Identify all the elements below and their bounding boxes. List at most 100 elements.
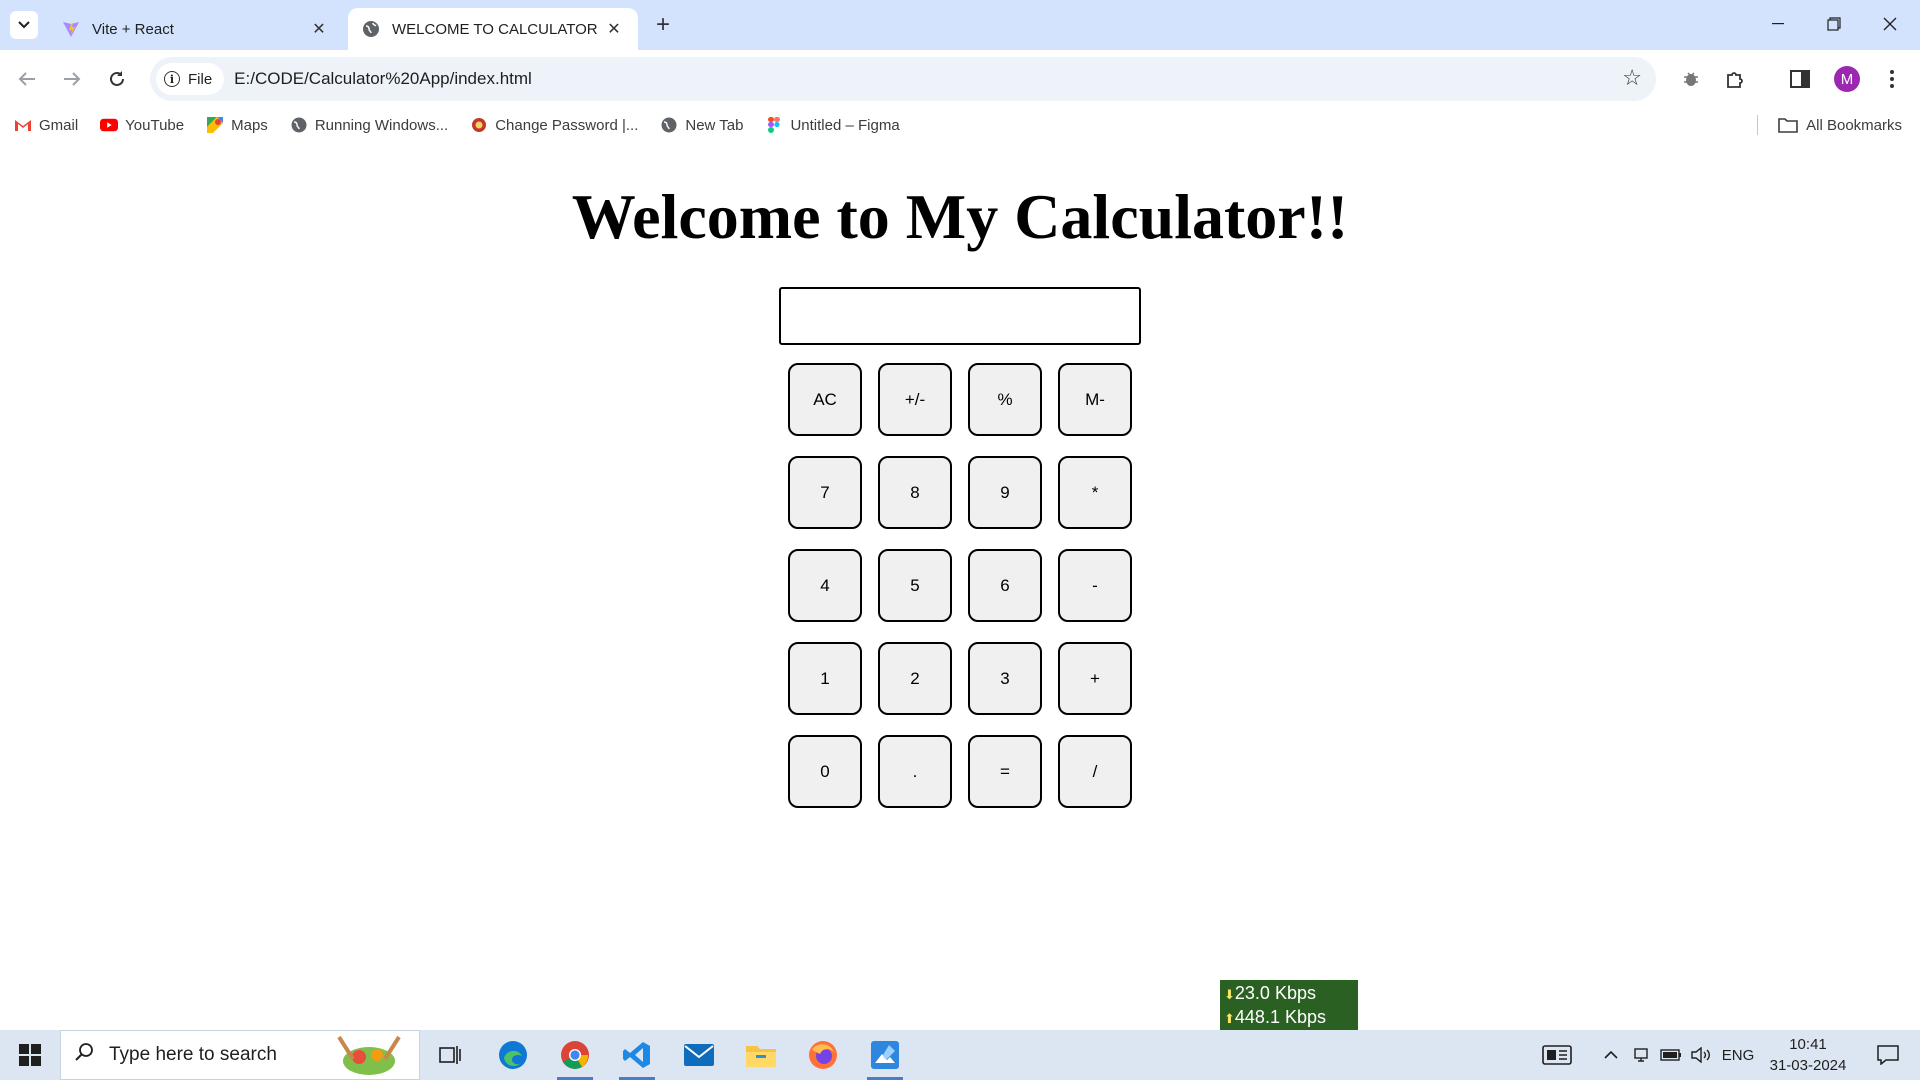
bookmarks-separator bbox=[1757, 115, 1759, 135]
figma-icon bbox=[765, 117, 783, 133]
scheme-label: File bbox=[188, 70, 213, 88]
key-7[interactable]: 7 bbox=[788, 456, 862, 529]
download-speed-row: ⬇23.0 Kbps bbox=[1224, 982, 1358, 1006]
search-highlight-illustration bbox=[337, 1035, 401, 1075]
bookmark-label: Gmail bbox=[39, 116, 79, 134]
close-icon bbox=[1883, 17, 1897, 31]
bookmark-label: Maps bbox=[231, 116, 268, 134]
close-tab-icon[interactable]: ✕ bbox=[309, 19, 329, 39]
bookmark-change-password[interactable]: Change Password |... bbox=[470, 117, 638, 134]
bookmark-label: Running Windows... bbox=[314, 116, 449, 134]
all-bookmarks-button[interactable]: All Bookmarks bbox=[1757, 108, 1902, 142]
show-hidden-icons-icon[interactable] bbox=[1598, 1030, 1624, 1080]
key-clear[interactable]: AC bbox=[788, 363, 862, 436]
windows-taskbar: Type here to search ENG 10:41 31-03-2024 bbox=[0, 1030, 1920, 1080]
site-info-chip[interactable]: i File bbox=[156, 63, 225, 95]
key-equals[interactable]: = bbox=[968, 735, 1042, 808]
key-decimal[interactable]: . bbox=[878, 735, 952, 808]
taskbar-edge[interactable] bbox=[485, 1030, 541, 1080]
upload-speed: 448.1 Kbps bbox=[1234, 1007, 1326, 1027]
bookmark-youtube[interactable]: YouTube bbox=[100, 117, 184, 134]
globe-icon bbox=[660, 117, 678, 133]
browser-toolbar: i File E:/CODE/Calculator%20App/index.ht… bbox=[0, 50, 1920, 108]
address-bar[interactable]: i File E:/CODE/Calculator%20App/index.ht… bbox=[150, 57, 1656, 101]
input-language[interactable]: ENG bbox=[1718, 1030, 1758, 1080]
reload-icon bbox=[110, 71, 124, 86]
task-view-button[interactable] bbox=[422, 1030, 478, 1080]
info-icon: i bbox=[164, 71, 180, 87]
key-6[interactable]: 6 bbox=[968, 549, 1042, 622]
reload-button[interactable] bbox=[100, 62, 134, 96]
back-button[interactable] bbox=[10, 62, 44, 96]
bookmark-label: YouTube bbox=[125, 116, 185, 134]
taskbar-firefox[interactable] bbox=[795, 1030, 851, 1080]
vscode-icon bbox=[623, 1042, 650, 1068]
url-text[interactable]: E:/CODE/Calculator%20App/index.html bbox=[234, 69, 532, 89]
key-8[interactable]: 8 bbox=[878, 456, 952, 529]
close-window-button[interactable] bbox=[1862, 8, 1918, 40]
side-panel-icon[interactable] bbox=[1783, 62, 1817, 96]
key-percent[interactable]: % bbox=[968, 363, 1042, 436]
bookmark-new-tab[interactable]: New Tab bbox=[660, 117, 743, 134]
taskbar-file-explorer[interactable] bbox=[733, 1030, 789, 1080]
location-icon[interactable] bbox=[1628, 1030, 1654, 1080]
search-icon bbox=[75, 1042, 95, 1068]
tab-title: WELCOME TO CALCULATOR bbox=[392, 20, 598, 38]
key-toggle-sign[interactable]: +/- bbox=[878, 363, 952, 436]
gmail-icon bbox=[14, 117, 32, 133]
taskbar-search-box[interactable]: Type here to search bbox=[60, 1030, 420, 1080]
restore-button[interactable] bbox=[1806, 8, 1862, 40]
volume-icon[interactable] bbox=[1688, 1030, 1714, 1080]
key-5[interactable]: 5 bbox=[878, 549, 952, 622]
bookmark-running-windows[interactable]: Running Windows... bbox=[290, 117, 448, 134]
key-subtract[interactable]: - bbox=[1058, 549, 1132, 622]
arrow-right-icon bbox=[64, 72, 81, 86]
system-clock[interactable]: 10:41 31-03-2024 bbox=[1758, 1034, 1858, 1076]
battery-icon[interactable] bbox=[1658, 1030, 1684, 1080]
forward-button[interactable] bbox=[55, 62, 89, 96]
tab-title: Vite + React bbox=[92, 20, 174, 38]
taskbar-chrome[interactable] bbox=[547, 1030, 603, 1080]
tab-search-button[interactable] bbox=[10, 11, 38, 39]
download-speed: 23.0 Kbps bbox=[1234, 983, 1316, 1003]
key-4[interactable]: 4 bbox=[788, 549, 862, 622]
key-add[interactable]: + bbox=[1058, 642, 1132, 715]
notification-center-icon[interactable] bbox=[1866, 1030, 1910, 1080]
badge-icon bbox=[470, 117, 488, 133]
start-button[interactable] bbox=[0, 1030, 60, 1080]
arrow-left-icon bbox=[18, 72, 35, 86]
key-multiply[interactable]: * bbox=[1058, 456, 1132, 529]
minimize-button[interactable] bbox=[1750, 8, 1806, 40]
new-tab-button[interactable]: + bbox=[650, 11, 676, 38]
profile-avatar[interactable]: M bbox=[1834, 66, 1860, 92]
taskbar-paint-app[interactable] bbox=[857, 1030, 913, 1080]
minimize-icon bbox=[1772, 23, 1784, 25]
bookmark-star-icon[interactable]: ☆ bbox=[1622, 65, 1642, 91]
taskbar-vscode[interactable] bbox=[609, 1030, 665, 1080]
key-2[interactable]: 2 bbox=[878, 642, 952, 715]
close-tab-icon[interactable]: ✕ bbox=[604, 19, 624, 39]
arrow-up-icon: ⬆ bbox=[1224, 1011, 1235, 1026]
key-divide[interactable]: / bbox=[1058, 735, 1132, 808]
tab-vite-react[interactable]: Vite + React ✕ bbox=[48, 8, 343, 50]
bookmark-gmail[interactable]: Gmail bbox=[14, 117, 78, 134]
key-3[interactable]: 3 bbox=[968, 642, 1042, 715]
extension-bug-icon[interactable] bbox=[1674, 62, 1708, 96]
page-title: Welcome to My Calculator!! bbox=[571, 181, 1349, 252]
mail-icon bbox=[684, 1044, 714, 1066]
restore-icon bbox=[1827, 17, 1841, 31]
menu-kebab-icon[interactable] bbox=[1875, 62, 1909, 96]
news-widget-icon[interactable] bbox=[1536, 1030, 1578, 1080]
key-9[interactable]: 9 bbox=[968, 456, 1042, 529]
taskbar-mail[interactable] bbox=[671, 1030, 727, 1080]
task-view-icon bbox=[439, 1046, 461, 1064]
bookmark-figma[interactable]: Untitled – Figma bbox=[765, 117, 900, 134]
calculator-display[interactable] bbox=[779, 287, 1141, 345]
bookmark-maps[interactable]: Maps bbox=[206, 117, 268, 134]
key-0[interactable]: 0 bbox=[788, 735, 862, 808]
extensions-puzzle-icon[interactable] bbox=[1718, 62, 1752, 96]
tab-welcome-to-calculator[interactable]: WELCOME TO CALCULATOR ✕ bbox=[348, 8, 638, 50]
globe-icon bbox=[290, 117, 308, 133]
key-1[interactable]: 1 bbox=[788, 642, 862, 715]
key-memory-minus[interactable]: M- bbox=[1058, 363, 1132, 436]
